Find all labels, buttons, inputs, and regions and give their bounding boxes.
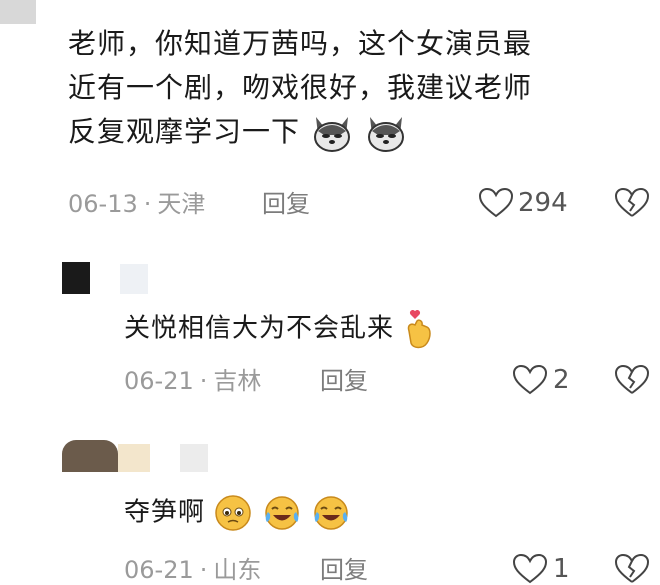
heart-icon[interactable] <box>512 553 548 585</box>
comment-line: 反复观摩学习一下 <box>68 110 648 155</box>
reply-button[interactable]: 回复 <box>320 366 368 396</box>
avatar[interactable] <box>62 262 90 294</box>
like-count: 1 <box>553 554 570 584</box>
finger-heart-icon <box>408 309 432 349</box>
username[interactable] <box>120 264 148 294</box>
avatar[interactable] <box>0 0 36 24</box>
reply-date: 06-21 <box>124 556 194 584</box>
heart-icon[interactable] <box>478 187 514 219</box>
reply-meta: 06-21 · 山东 <box>124 556 262 584</box>
dog-face-icon <box>367 117 404 152</box>
like-count: 294 <box>518 188 568 218</box>
reply-text: 关悦相信大为不会乱来 <box>124 309 437 349</box>
like-count: 2 <box>553 365 570 395</box>
crying-laughing-icon <box>264 496 299 530</box>
comment-meta: 06-13 · 天津 <box>68 190 206 218</box>
dog-face-icon <box>313 117 350 152</box>
comment-line: 老师，你知道万茜吗，这个女演员最 <box>68 27 533 60</box>
heart-icon[interactable] <box>512 364 548 396</box>
username[interactable] <box>180 444 208 472</box>
comment-location: 天津 <box>157 190 206 218</box>
broken-heart-icon[interactable] <box>614 553 650 585</box>
avatar[interactable] <box>62 440 118 472</box>
broken-heart-icon[interactable] <box>614 364 650 396</box>
reply-text-content: 夺笋啊 <box>124 497 206 528</box>
pleading-face-icon <box>215 495 252 531</box>
reply-button[interactable]: 回复 <box>320 555 368 585</box>
crying-laughing-icon <box>314 496 348 530</box>
comment-date: 06-13 <box>68 190 138 218</box>
reply-meta: 06-21 · 吉林 <box>124 367 262 395</box>
reply-location: 吉林 <box>213 367 262 395</box>
reply-button[interactable]: 回复 <box>262 189 310 219</box>
reply-location: 山东 <box>213 556 262 584</box>
reply-text-content: 关悦相信大为不会乱来 <box>124 313 395 344</box>
comment-text: 老师，你知道万茜吗，这个女演员最 近有一个剧，吻戏很好，我建议老师 反复观摩学习… <box>68 22 648 155</box>
broken-heart-icon[interactable] <box>614 187 650 219</box>
username[interactable] <box>118 444 150 472</box>
comment-line: 近有一个剧，吻戏很好，我建议老师 <box>68 71 533 104</box>
reply-date: 06-21 <box>124 367 194 395</box>
reply-text: 夺笋啊 <box>124 494 351 532</box>
comment-line-text: 反复观摩学习一下 <box>68 115 301 148</box>
